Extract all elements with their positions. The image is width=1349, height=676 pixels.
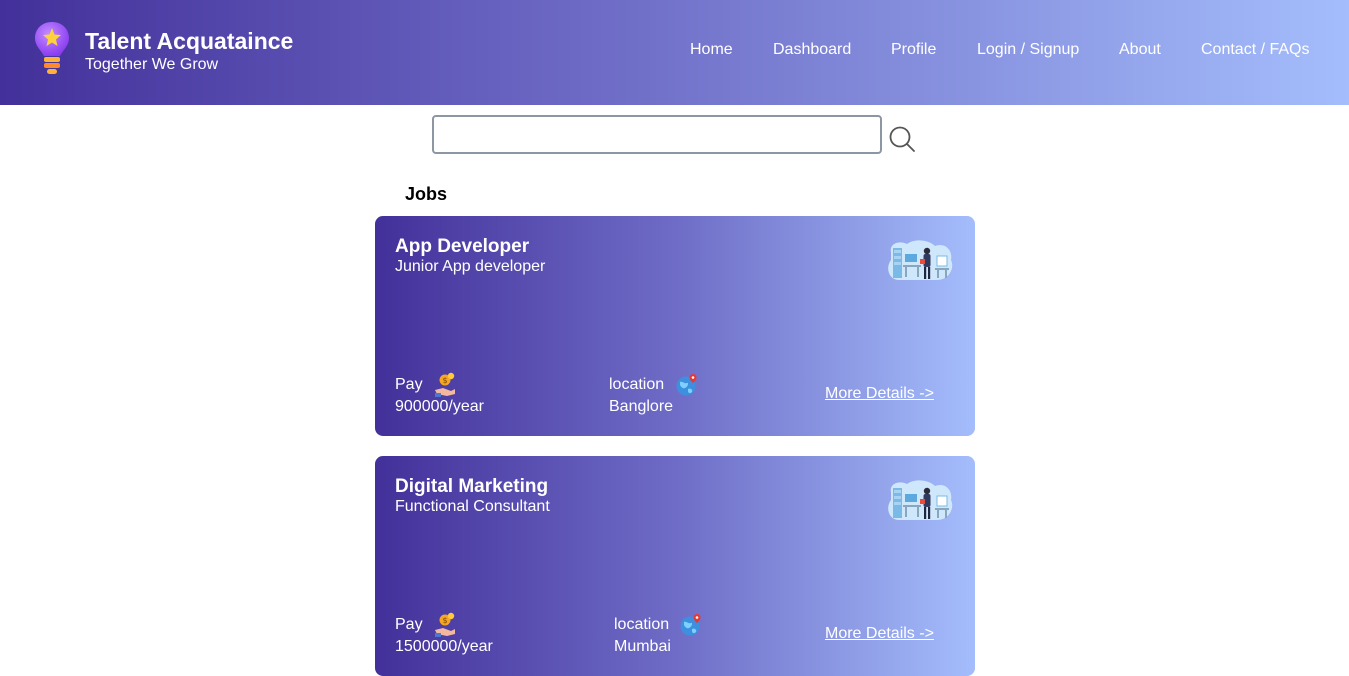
location-value: Banglore [609, 398, 674, 415]
nav-dashboard[interactable]: Dashboard [773, 41, 851, 59]
location-value: Mumbai [614, 638, 671, 655]
location-label: location [609, 376, 665, 393]
nav-login-signup[interactable]: Login / Signup [977, 41, 1079, 59]
office-worker-illustration [888, 240, 953, 280]
nav-profile[interactable]: Profile [891, 41, 936, 59]
pay-label: Pay [395, 616, 423, 633]
job-card: Digital Marketing Functional Consultant … [375, 456, 975, 676]
nav-home[interactable]: Home [690, 41, 733, 59]
job-title: Digital Marketing [395, 476, 549, 497]
pay-value: 900000/year [395, 398, 484, 415]
job-title: App Developer [395, 236, 530, 257]
svg-text:$: $ [442, 616, 447, 625]
main-nav: Home Dashboard Profile Login / Signup Ab… [0, 41, 1349, 63]
job-card: App Developer Junior App developer Pay $… [375, 216, 975, 436]
job-subtitle: Junior App developer [395, 258, 546, 275]
jobs-heading: Jobs [405, 184, 448, 204]
more-details-link[interactable]: More Details -> [825, 625, 934, 643]
pay-label: Pay [395, 376, 423, 393]
nav-contact-faqs[interactable]: Contact / FAQs [1201, 41, 1309, 59]
location-label: location [614, 616, 670, 633]
site-header: Talent Acquataince Together We Grow Home… [0, 0, 1349, 105]
job-subtitle: Functional Consultant [395, 498, 550, 515]
globe-location-icon [676, 374, 697, 396]
nav-about[interactable]: About [1119, 41, 1161, 59]
svg-text:$: $ [442, 376, 447, 385]
money-hand-icon: $ [435, 612, 455, 637]
pay-value: 1500000/year [395, 638, 493, 655]
globe-location-icon [680, 614, 701, 636]
more-details-link[interactable]: More Details -> [825, 385, 934, 403]
search-input[interactable] [432, 115, 882, 154]
money-hand-icon: $ [435, 372, 455, 397]
office-worker-illustration [888, 480, 953, 520]
search-icon[interactable] [888, 125, 916, 153]
